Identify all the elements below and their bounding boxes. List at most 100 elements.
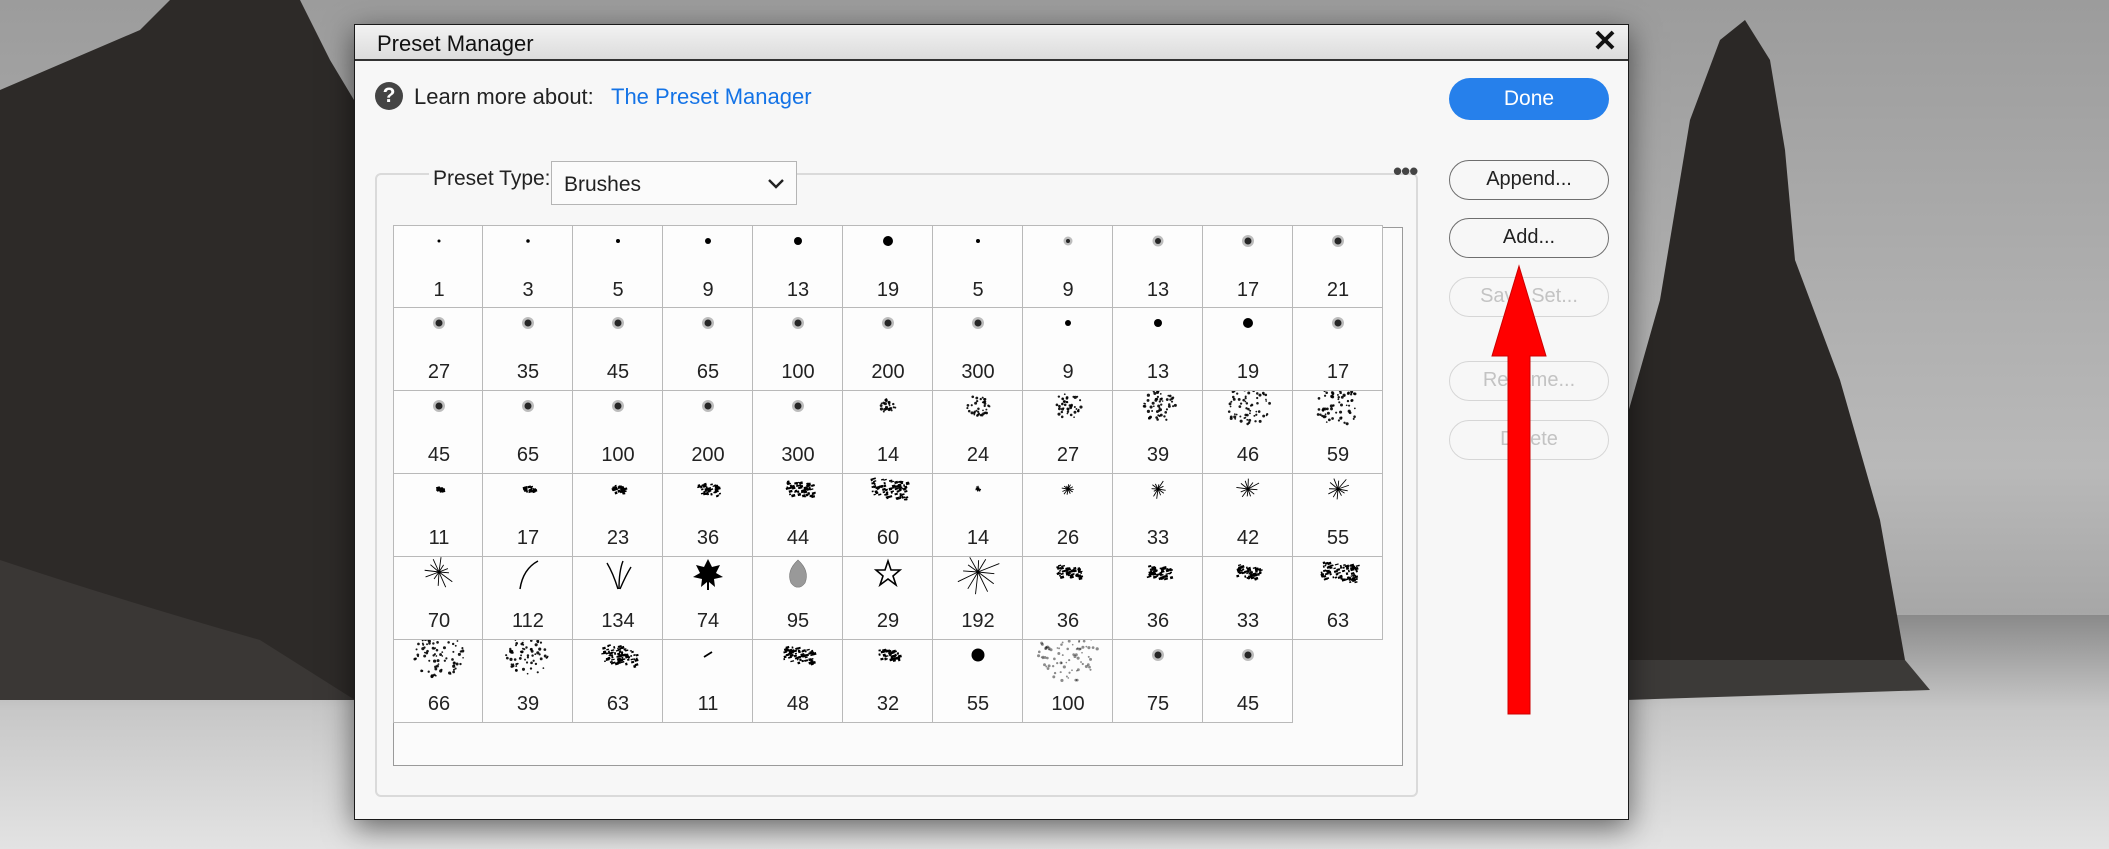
brush-preset-item[interactable]: 60 <box>843 474 933 557</box>
brush-preset-item[interactable]: 36 <box>663 474 753 557</box>
brush-preset-item[interactable]: 42 <box>1203 474 1293 557</box>
brush-preset-item[interactable]: 27 <box>393 308 483 391</box>
brush-preset-item[interactable]: 27 <box>1023 391 1113 474</box>
brush-preset-item[interactable]: 95 <box>753 557 843 640</box>
brush-preset-item[interactable]: 44 <box>753 474 843 557</box>
brush-tip-icon <box>1242 649 1254 661</box>
brush-preset-item[interactable]: 63 <box>1293 557 1383 640</box>
brush-size-label: 5 <box>612 279 624 301</box>
brush-preset-item[interactable]: 29 <box>843 557 933 640</box>
brush-tip-icon <box>1320 561 1360 584</box>
append-button[interactable]: Append... <box>1449 160 1609 200</box>
brush-tip-icon <box>1065 320 1071 326</box>
brush-size-label: 19 <box>1236 361 1260 383</box>
brush-tip-icon <box>606 560 632 590</box>
brush-preset-item[interactable]: 33 <box>1113 474 1203 557</box>
more-options-icon[interactable]: ••• <box>1393 158 1418 184</box>
brush-preset-item[interactable]: 36 <box>1113 557 1203 640</box>
brush-preset-item[interactable]: 74 <box>663 557 753 640</box>
brush-preset-item[interactable]: 19 <box>1203 308 1293 391</box>
brush-preset-item[interactable]: 55 <box>933 640 1023 723</box>
brush-preset-item[interactable]: 24 <box>933 391 1023 474</box>
brush-preset-item[interactable]: 26 <box>1023 474 1113 557</box>
brush-tip-icon <box>1316 391 1357 426</box>
brush-size-label: 59 <box>1326 444 1350 466</box>
brush-preset-item[interactable]: 45 <box>1203 640 1293 723</box>
brush-preset-item[interactable]: 65 <box>483 391 573 474</box>
brush-preset-item[interactable]: 1 <box>393 225 483 308</box>
brush-preset-item[interactable]: 200 <box>843 308 933 391</box>
brush-preset-item[interactable]: 21 <box>1293 225 1383 308</box>
brush-size-label: 44 <box>786 527 810 549</box>
brush-preset-item[interactable]: 65 <box>663 308 753 391</box>
brush-preset-item[interactable]: 33 <box>1203 557 1293 640</box>
brush-preset-item[interactable]: 63 <box>573 640 663 723</box>
brush-preset-item[interactable]: 17 <box>1203 225 1293 308</box>
brush-size-label: 27 <box>427 361 451 383</box>
brush-preset-item[interactable]: 45 <box>393 391 483 474</box>
brush-tip-icon <box>1332 317 1344 329</box>
brush-size-label: 36 <box>1146 610 1170 632</box>
brush-tip-icon <box>697 482 722 498</box>
brush-preset-item[interactable]: 9 <box>1023 225 1113 308</box>
brush-preset-item[interactable]: 134 <box>573 557 663 640</box>
add-button[interactable]: Add... <box>1449 218 1609 258</box>
brush-preset-item[interactable]: 17 <box>483 474 573 557</box>
title-bar[interactable]: Preset Manager ✕ <box>355 25 1628 61</box>
brush-preset-item[interactable]: 35 <box>483 308 573 391</box>
brush-preset-item[interactable]: 300 <box>933 308 1023 391</box>
brush-preset-item[interactable]: 200 <box>663 391 753 474</box>
brush-preset-item[interactable]: 13 <box>753 225 843 308</box>
brush-preset-item[interactable]: 13 <box>1113 308 1203 391</box>
brush-preset-item[interactable]: 46 <box>1203 391 1293 474</box>
preset-manager-link[interactable]: The Preset Manager <box>611 84 812 110</box>
brush-preset-item[interactable]: 13 <box>1113 225 1203 308</box>
brush-size-label: 63 <box>606 693 630 715</box>
brush-preset-item[interactable]: 75 <box>1113 640 1203 723</box>
brush-tip-icon <box>1227 391 1272 426</box>
brush-tip-icon <box>794 237 802 245</box>
brush-preset-item[interactable]: 55 <box>1293 474 1383 557</box>
brush-preset-item[interactable]: 17 <box>1293 308 1383 391</box>
brush-preset-item[interactable]: 11 <box>663 640 753 723</box>
brush-preset-item[interactable]: 5 <box>933 225 1023 308</box>
brush-tip-icon <box>1037 640 1099 683</box>
brush-preset-item[interactable]: 36 <box>1023 557 1113 640</box>
brush-preset-item[interactable]: 9 <box>1023 308 1113 391</box>
brush-tip-icon <box>505 640 549 675</box>
help-icon[interactable]: ? <box>375 82 403 110</box>
brush-preset-item[interactable]: 45 <box>573 308 663 391</box>
brush-preset-item[interactable]: 9 <box>663 225 753 308</box>
brush-tip-icon <box>957 557 1000 595</box>
brush-preset-item[interactable]: 70 <box>393 557 483 640</box>
brush-preset-item[interactable]: 32 <box>843 640 933 723</box>
brush-preset-item[interactable]: 100 <box>1023 640 1113 723</box>
brush-preset-item[interactable]: 100 <box>573 391 663 474</box>
brush-preset-item[interactable]: 66 <box>393 640 483 723</box>
brush-size-label: 66 <box>427 693 451 715</box>
brush-tip-icon <box>972 317 984 329</box>
brush-preset-item[interactable]: 3 <box>483 225 573 308</box>
brush-size-label: 95 <box>786 610 810 632</box>
done-button[interactable]: Done <box>1449 78 1609 120</box>
brush-preset-item[interactable]: 39 <box>483 640 573 723</box>
brush-preset-item[interactable]: 48 <box>753 640 843 723</box>
brush-preset-item[interactable]: 5 <box>573 225 663 308</box>
close-icon[interactable]: ✕ <box>1590 27 1620 57</box>
brush-preset-item[interactable]: 112 <box>483 557 573 640</box>
brush-preset-item[interactable]: 192 <box>933 557 1023 640</box>
brush-size-label: 13 <box>786 279 810 301</box>
brush-preset-item[interactable]: 39 <box>1113 391 1203 474</box>
brush-preset-item[interactable]: 19 <box>843 225 933 308</box>
preset-type-select[interactable]: Brushes <box>551 161 797 205</box>
brush-preset-item[interactable]: 14 <box>843 391 933 474</box>
brush-preset-item[interactable]: 14 <box>933 474 1023 557</box>
brush-tip-icon <box>522 400 534 412</box>
brush-preset-item[interactable]: 11 <box>393 474 483 557</box>
brush-preset-item[interactable]: 100 <box>753 308 843 391</box>
brush-tip-icon <box>1242 235 1254 247</box>
brush-preset-item[interactable]: 59 <box>1293 391 1383 474</box>
brush-size-label: 45 <box>427 444 451 466</box>
brush-preset-item[interactable]: 300 <box>753 391 843 474</box>
brush-preset-item[interactable]: 23 <box>573 474 663 557</box>
